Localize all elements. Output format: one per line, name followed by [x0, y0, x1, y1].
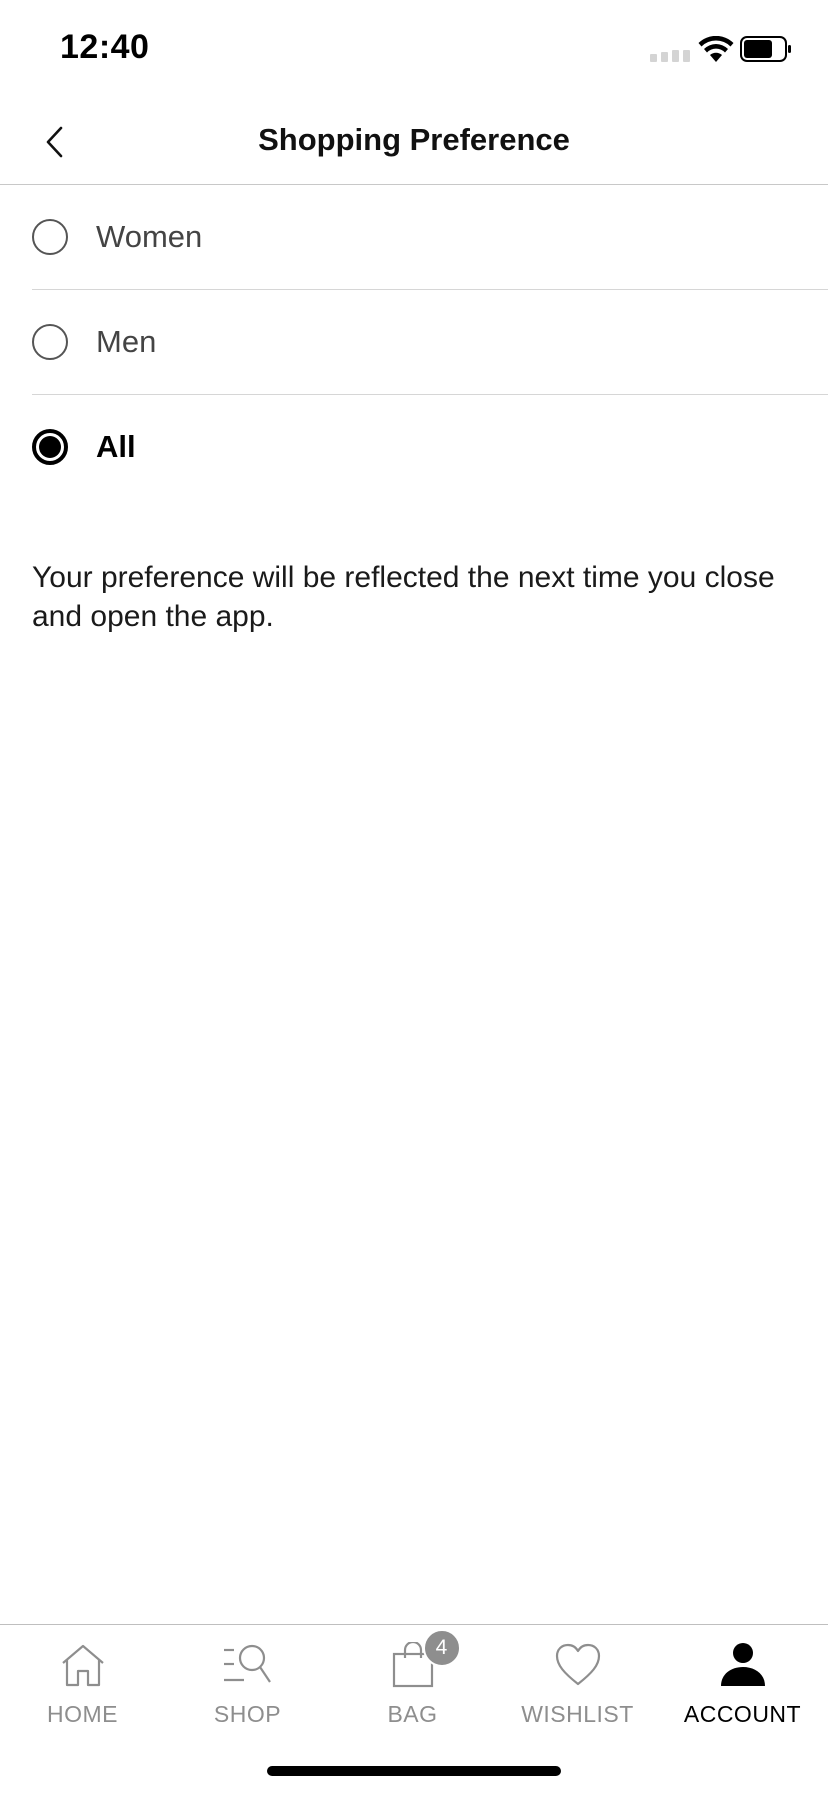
tab-label: BAG: [387, 1701, 438, 1727]
tab-home[interactable]: HOME: [0, 1637, 165, 1747]
tab-account[interactable]: ACCOUNT: [660, 1637, 825, 1747]
person-icon: [715, 1637, 771, 1693]
wifi-icon: [698, 36, 734, 62]
status-time: 12:40: [60, 28, 150, 66]
nav-header: Shopping Preference: [0, 100, 828, 185]
tab-shop[interactable]: SHOP: [165, 1637, 330, 1747]
option-label: All: [96, 429, 136, 464]
tab-bag[interactable]: 4 BAG: [330, 1629, 495, 1747]
home-indicator: [267, 1766, 561, 1776]
radio-button[interactable]: [32, 324, 68, 360]
radio-button-selected[interactable]: [32, 429, 68, 465]
preference-options: Women Men All: [0, 185, 828, 499]
cellular-signal-icon: [650, 50, 690, 62]
option-label: Men: [96, 324, 157, 359]
status-bar: 12:40: [0, 0, 828, 100]
option-label: Women: [96, 219, 203, 254]
battery-icon: [740, 36, 791, 62]
home-icon: [55, 1637, 111, 1693]
option-all[interactable]: All: [32, 395, 828, 499]
heart-icon: [550, 1637, 606, 1693]
radio-button[interactable]: [32, 219, 68, 255]
tab-wishlist[interactable]: WISHLIST: [495, 1637, 660, 1747]
tab-label: HOME: [47, 1701, 118, 1727]
option-women[interactable]: Women: [32, 185, 828, 290]
bag-count-badge: 4: [422, 1629, 461, 1667]
tab-label: SHOP: [213, 1701, 282, 1727]
option-men[interactable]: Men: [32, 290, 828, 395]
bag-icon: 4: [385, 1629, 461, 1693]
search-list-icon: [220, 1637, 276, 1693]
tab-label: ACCOUNT: [683, 1701, 802, 1727]
tab-label: WISHLIST: [521, 1701, 634, 1727]
page-title: Shopping Preference: [258, 122, 570, 157]
preference-note: Your preference will be reflected the ne…: [32, 561, 775, 633]
